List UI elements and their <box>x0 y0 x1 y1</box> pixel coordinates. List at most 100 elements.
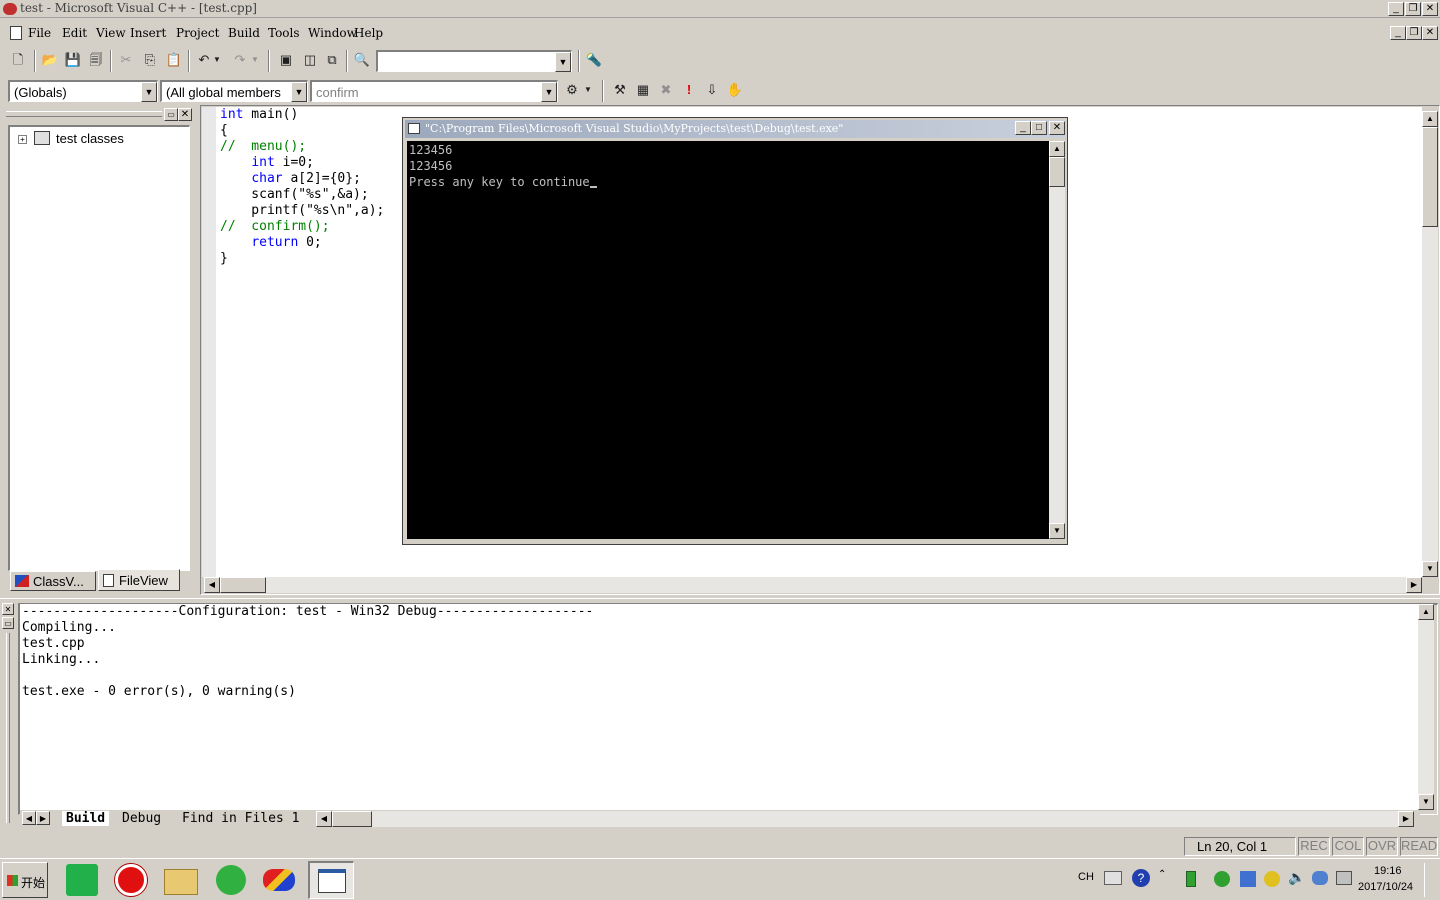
search-icon[interactable]: 🔦 <box>584 50 604 70</box>
output-vscrollbar[interactable]: ▲ ▼ <box>1418 604 1434 810</box>
menu-window[interactable]: Window <box>308 26 357 40</box>
tab-scroll-left-icon[interactable]: ◀ <box>22 811 36 825</box>
console-minimize-button[interactable]: _ <box>1015 121 1031 135</box>
tab-fileview[interactable]: FileView <box>98 569 180 591</box>
console-maximize-button[interactable]: □ <box>1031 121 1047 135</box>
scroll-down-icon[interactable]: ▼ <box>1422 561 1438 577</box>
menu-edit[interactable]: Edit <box>62 26 87 40</box>
explorer-app-icon[interactable] <box>160 861 202 899</box>
menu-file[interactable]: File <box>28 26 51 40</box>
scroll-down-icon[interactable]: ▼ <box>1049 523 1065 539</box>
find-combo-dropdown-icon[interactable]: ▼ <box>555 52 571 72</box>
window-list-icon[interactable]: ⧉ <box>322 50 342 70</box>
clock-date[interactable]: 2017/10/24 <box>1358 881 1413 893</box>
menu-project[interactable]: Project <box>176 26 219 40</box>
iqiyi-app-icon[interactable] <box>62 861 104 899</box>
scroll-right-icon[interactable]: ▶ <box>1398 811 1414 827</box>
output-window-icon[interactable]: ◫ <box>300 50 320 70</box>
console-window[interactable]: "C:\Program Files\Microsoft Visual Studi… <box>402 117 1068 545</box>
language-indicator[interactable]: CH <box>1078 871 1094 883</box>
chevron-down-icon[interactable]: ▼ <box>291 82 307 102</box>
restore-button[interactable]: ❐ <box>1405 2 1421 16</box>
menu-build[interactable]: Build <box>228 26 260 40</box>
chevron-down-icon[interactable]: ▼ <box>541 82 557 102</box>
chevron-down-icon[interactable]: ▼ <box>141 82 157 102</box>
antivirus-icon[interactable] <box>1264 871 1280 887</box>
find-combo[interactable]: ▼ <box>376 50 572 72</box>
output-dock-button[interactable]: ▭ <box>2 617 14 629</box>
scroll-thumb[interactable] <box>332 811 372 827</box>
find-in-files-icon[interactable]: 🔍 <box>352 50 372 70</box>
scroll-thumb[interactable] <box>1422 127 1438 227</box>
start-button[interactable]: 开始 <box>2 862 48 898</box>
redo-icon[interactable]: ↷ <box>230 50 250 70</box>
keyboard-icon[interactable] <box>1104 871 1122 885</box>
help-icon[interactable]: ? <box>1132 869 1150 887</box>
breakpoint-hand-icon[interactable]: ✋ <box>725 80 745 100</box>
scroll-thumb[interactable] <box>220 577 266 593</box>
workspace-dock-button[interactable]: ▭ <box>164 108 178 121</box>
scroll-thumb[interactable] <box>1049 157 1065 187</box>
expand-icon[interactable]: + <box>18 135 27 144</box>
execute-icon[interactable]: ! <box>679 80 699 100</box>
scroll-up-icon[interactable]: ▲ <box>1418 604 1434 620</box>
console-title-bar[interactable]: "C:\Program Files\Microsoft Visual Studi… <box>405 120 1065 138</box>
redo-dropdown-icon[interactable]: ▼ <box>250 50 260 70</box>
app-icon[interactable] <box>3 3 17 15</box>
volume-icon[interactable]: 🔈 <box>1288 869 1305 886</box>
tab-find-in-files[interactable]: Find in Files 1 <box>178 811 303 826</box>
open-icon[interactable]: 📂 <box>40 50 60 70</box>
network-icon[interactable] <box>1240 871 1256 887</box>
console-screen[interactable]: 123456 123456 Press any key to continue <box>407 141 1051 539</box>
undo-dropdown-icon[interactable]: ▼ <box>212 50 222 70</box>
console-vscrollbar[interactable]: ▲ ▼ <box>1049 141 1065 539</box>
tray-menu-icon[interactable]: ⌃ <box>1158 869 1166 880</box>
build-icon[interactable]: ▦ <box>633 80 653 100</box>
scroll-up-icon[interactable]: ▲ <box>1422 111 1438 127</box>
minimize-button[interactable]: _ <box>1388 2 1404 16</box>
document-icon[interactable] <box>10 26 22 40</box>
tools-app-icon[interactable] <box>258 861 300 899</box>
security-icon[interactable] <box>1214 871 1230 887</box>
mdi-restore-button[interactable]: ❐ <box>1406 26 1422 40</box>
editor-vscrollbar[interactable]: ▲ ▼ <box>1422 111 1438 577</box>
workspace-gripper[interactable] <box>6 111 162 117</box>
display-icon[interactable] <box>1336 871 1352 885</box>
wizard-action-icon[interactable]: ⚙ <box>562 80 582 100</box>
new-file-icon[interactable]: 🗋 <box>8 50 28 70</box>
editor-hscrollbar[interactable]: ◀ ▶ <box>204 577 1422 593</box>
class-tree[interactable]: + test classes <box>8 125 190 571</box>
scope-combo[interactable]: (Globals) ▼ <box>8 80 158 102</box>
show-desktop-button[interactable] <box>1424 863 1438 897</box>
save-all-icon[interactable]: 🗐 <box>86 50 106 70</box>
console-close-button[interactable]: ✕ <box>1049 121 1065 135</box>
workspace-icon[interactable]: ▣ <box>276 50 296 70</box>
wizard-action-dropdown-icon[interactable]: ▼ <box>582 80 594 100</box>
output-close-button[interactable]: ✕ <box>2 603 14 615</box>
close-button[interactable]: ✕ <box>1422 2 1438 16</box>
cloud-icon[interactable] <box>1312 871 1328 885</box>
menu-view[interactable]: View <box>96 26 126 40</box>
copy-icon[interactable]: ⎘ <box>140 50 160 70</box>
scroll-right-icon[interactable]: ▶ <box>1406 577 1422 593</box>
function-combo[interactable]: confirm ▼ <box>310 80 558 102</box>
battery-icon[interactable] <box>1186 871 1196 887</box>
tree-root-label[interactable]: test classes <box>56 131 124 146</box>
compile-icon[interactable]: ⚒ <box>610 80 630 100</box>
output-text[interactable]: --------------------Configuration: test … <box>20 604 1418 810</box>
scroll-left-icon[interactable]: ◀ <box>316 811 332 827</box>
clock-time[interactable]: 19:16 <box>1374 865 1402 877</box>
mdi-close-button[interactable]: ✕ <box>1422 26 1438 40</box>
menu-tools[interactable]: Tools <box>268 26 300 40</box>
media-player-app-icon[interactable] <box>110 861 152 899</box>
menu-insert[interactable]: Insert <box>130 26 166 40</box>
output-gripper[interactable] <box>6 633 10 823</box>
workspace-close-button[interactable]: ✕ <box>178 108 192 121</box>
mdi-minimize-button[interactable]: _ <box>1390 26 1406 40</box>
scroll-down-icon[interactable]: ▼ <box>1418 794 1434 810</box>
save-icon[interactable]: 💾 <box>63 50 83 70</box>
update-app-icon[interactable] <box>210 861 252 899</box>
tab-scroll-right-icon[interactable]: ▶ <box>36 811 50 825</box>
scroll-up-icon[interactable]: ▲ <box>1049 141 1065 157</box>
output-hscrollbar[interactable]: ◀ ▶ <box>316 811 1414 827</box>
